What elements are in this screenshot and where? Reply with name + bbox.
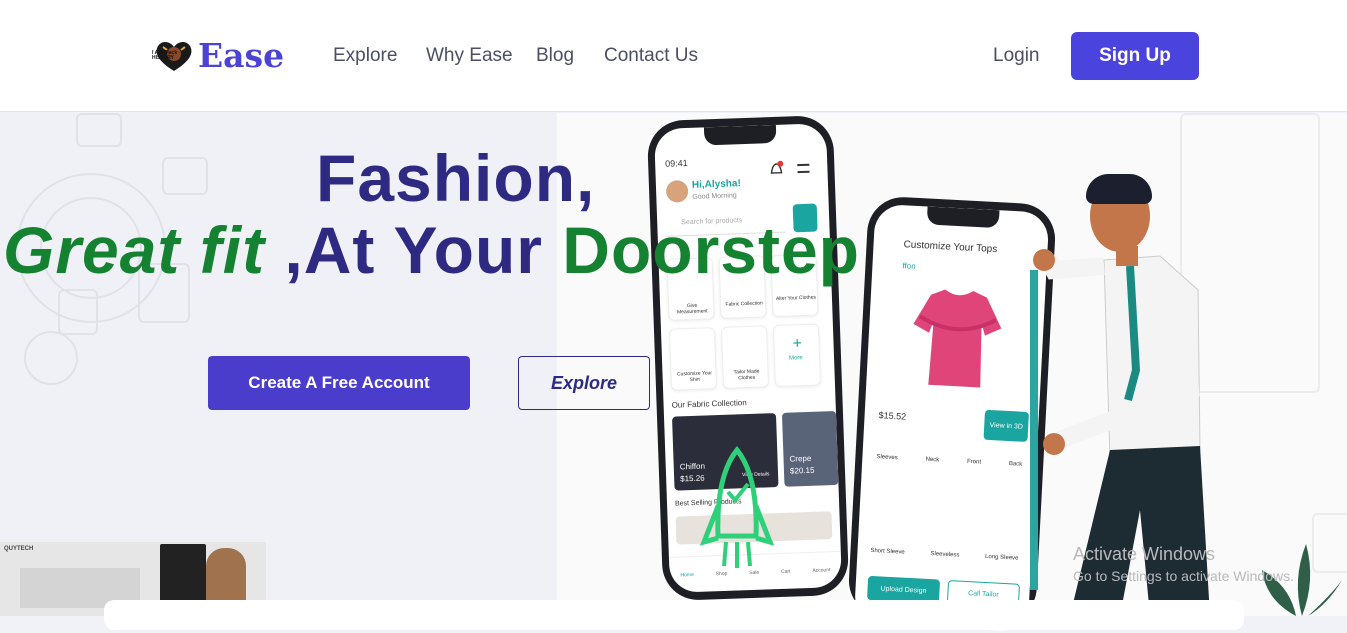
plus-icon: +	[792, 335, 803, 353]
menu-icon[interactable]	[797, 163, 810, 174]
nav-link-blog[interactable]: Blog	[536, 45, 574, 67]
activate-windows-title: Activate Windows	[1073, 544, 1216, 564]
hero-heading-line2: Great fit ,At Your Doorstep	[3, 212, 860, 288]
heading-at-your: ,At Your	[284, 213, 563, 287]
rocket-check-icon	[699, 446, 775, 570]
tab-account[interactable]: Account	[812, 567, 830, 574]
bell-icon[interactable]	[769, 160, 784, 177]
thumbnail-label: QUYTECH	[4, 546, 34, 552]
tab-home[interactable]: Home	[680, 572, 694, 578]
fabric-section-title: Our Fabric Collection	[671, 398, 747, 410]
calendar-decoration-icon-2	[162, 157, 208, 195]
part-neck[interactable]: Neck	[925, 457, 939, 464]
part-back[interactable]: Back	[1009, 461, 1023, 468]
customize-title: Customize Your Tops	[903, 239, 998, 256]
create-account-button[interactable]: Create A Free Account	[208, 356, 470, 410]
top-navbar: I AM Black HISTORY Ease Explore Why Ease…	[0, 0, 1347, 112]
activate-windows-sub: Go to Settings to activate Windows.	[1073, 568, 1294, 584]
logo-badge-text: I AM Black HISTORY	[152, 49, 178, 61]
pink-top-image	[906, 284, 1008, 399]
tile-tailor-made[interactable]: Tailor Made Clothes	[720, 325, 770, 389]
tailor-hair	[1086, 174, 1152, 204]
nav-link-why-ease[interactable]: Why Ease	[426, 45, 513, 67]
fabric-card-crepe[interactable]: Crepe $20.15	[781, 410, 839, 487]
logo-text: Ease	[198, 36, 285, 75]
status-time: 09:41	[664, 157, 688, 169]
greeting-sub: Good Morning	[692, 192, 737, 201]
login-link[interactable]: Login	[993, 45, 1040, 67]
nav-link-explore[interactable]: Explore	[333, 45, 397, 67]
product-price: $15.52	[878, 410, 907, 422]
bottom-card	[104, 600, 1244, 630]
style-selector: Short Sleeve Sleeveless Long Sleeve	[857, 547, 1031, 562]
part-sleeves[interactable]: Sleeves	[876, 454, 898, 461]
circle-decoration	[24, 331, 78, 385]
part-selector: Sleeves Neck Front Back	[862, 453, 1036, 468]
greeting-text: Hi,Alysha!	[691, 178, 742, 191]
tile-customize-shirt[interactable]: Customize Your Shirt	[668, 327, 718, 391]
heading-doorstep: Doorstep	[562, 213, 860, 287]
style-long-sleeve[interactable]: Long Sleeve	[985, 554, 1019, 562]
explore-button[interactable]: Explore	[518, 356, 650, 410]
tab-sale[interactable]: Sale	[749, 569, 759, 575]
heading-great-fit: Great fit	[3, 213, 285, 287]
brand-logo[interactable]: I AM Black HISTORY Ease	[152, 36, 284, 75]
calendar-decoration-icon	[76, 113, 122, 147]
phone-notch-2	[926, 206, 1000, 229]
tab-cart[interactable]: Cart	[781, 568, 791, 574]
logo-badge-icon: I AM Black HISTORY	[152, 37, 196, 75]
note-decoration-icon	[58, 289, 98, 335]
customize-tag: ffon	[902, 261, 916, 271]
user-avatar	[665, 179, 689, 203]
tile-more[interactable]: + More	[772, 323, 822, 388]
nav-link-contact-us[interactable]: Contact Us	[604, 45, 698, 67]
tab-shop[interactable]: Shop	[716, 570, 728, 576]
phone-notch	[703, 124, 777, 146]
style-short-sleeve[interactable]: Short Sleeve	[870, 548, 905, 556]
phone-screen-customize: Customize Your Tops ffon $15.52 View in …	[853, 203, 1050, 633]
signup-button[interactable]: Sign Up	[1071, 32, 1199, 80]
hero-heading-line1: Fashion,	[316, 141, 596, 215]
phone-mockup-customize: Customize Your Tops ffon $15.52 View in …	[847, 195, 1057, 633]
part-front[interactable]: Front	[967, 459, 981, 466]
style-sleeveless[interactable]: Sleeveless	[930, 551, 959, 559]
view-3d-button[interactable]: View in 3D	[983, 409, 1029, 442]
